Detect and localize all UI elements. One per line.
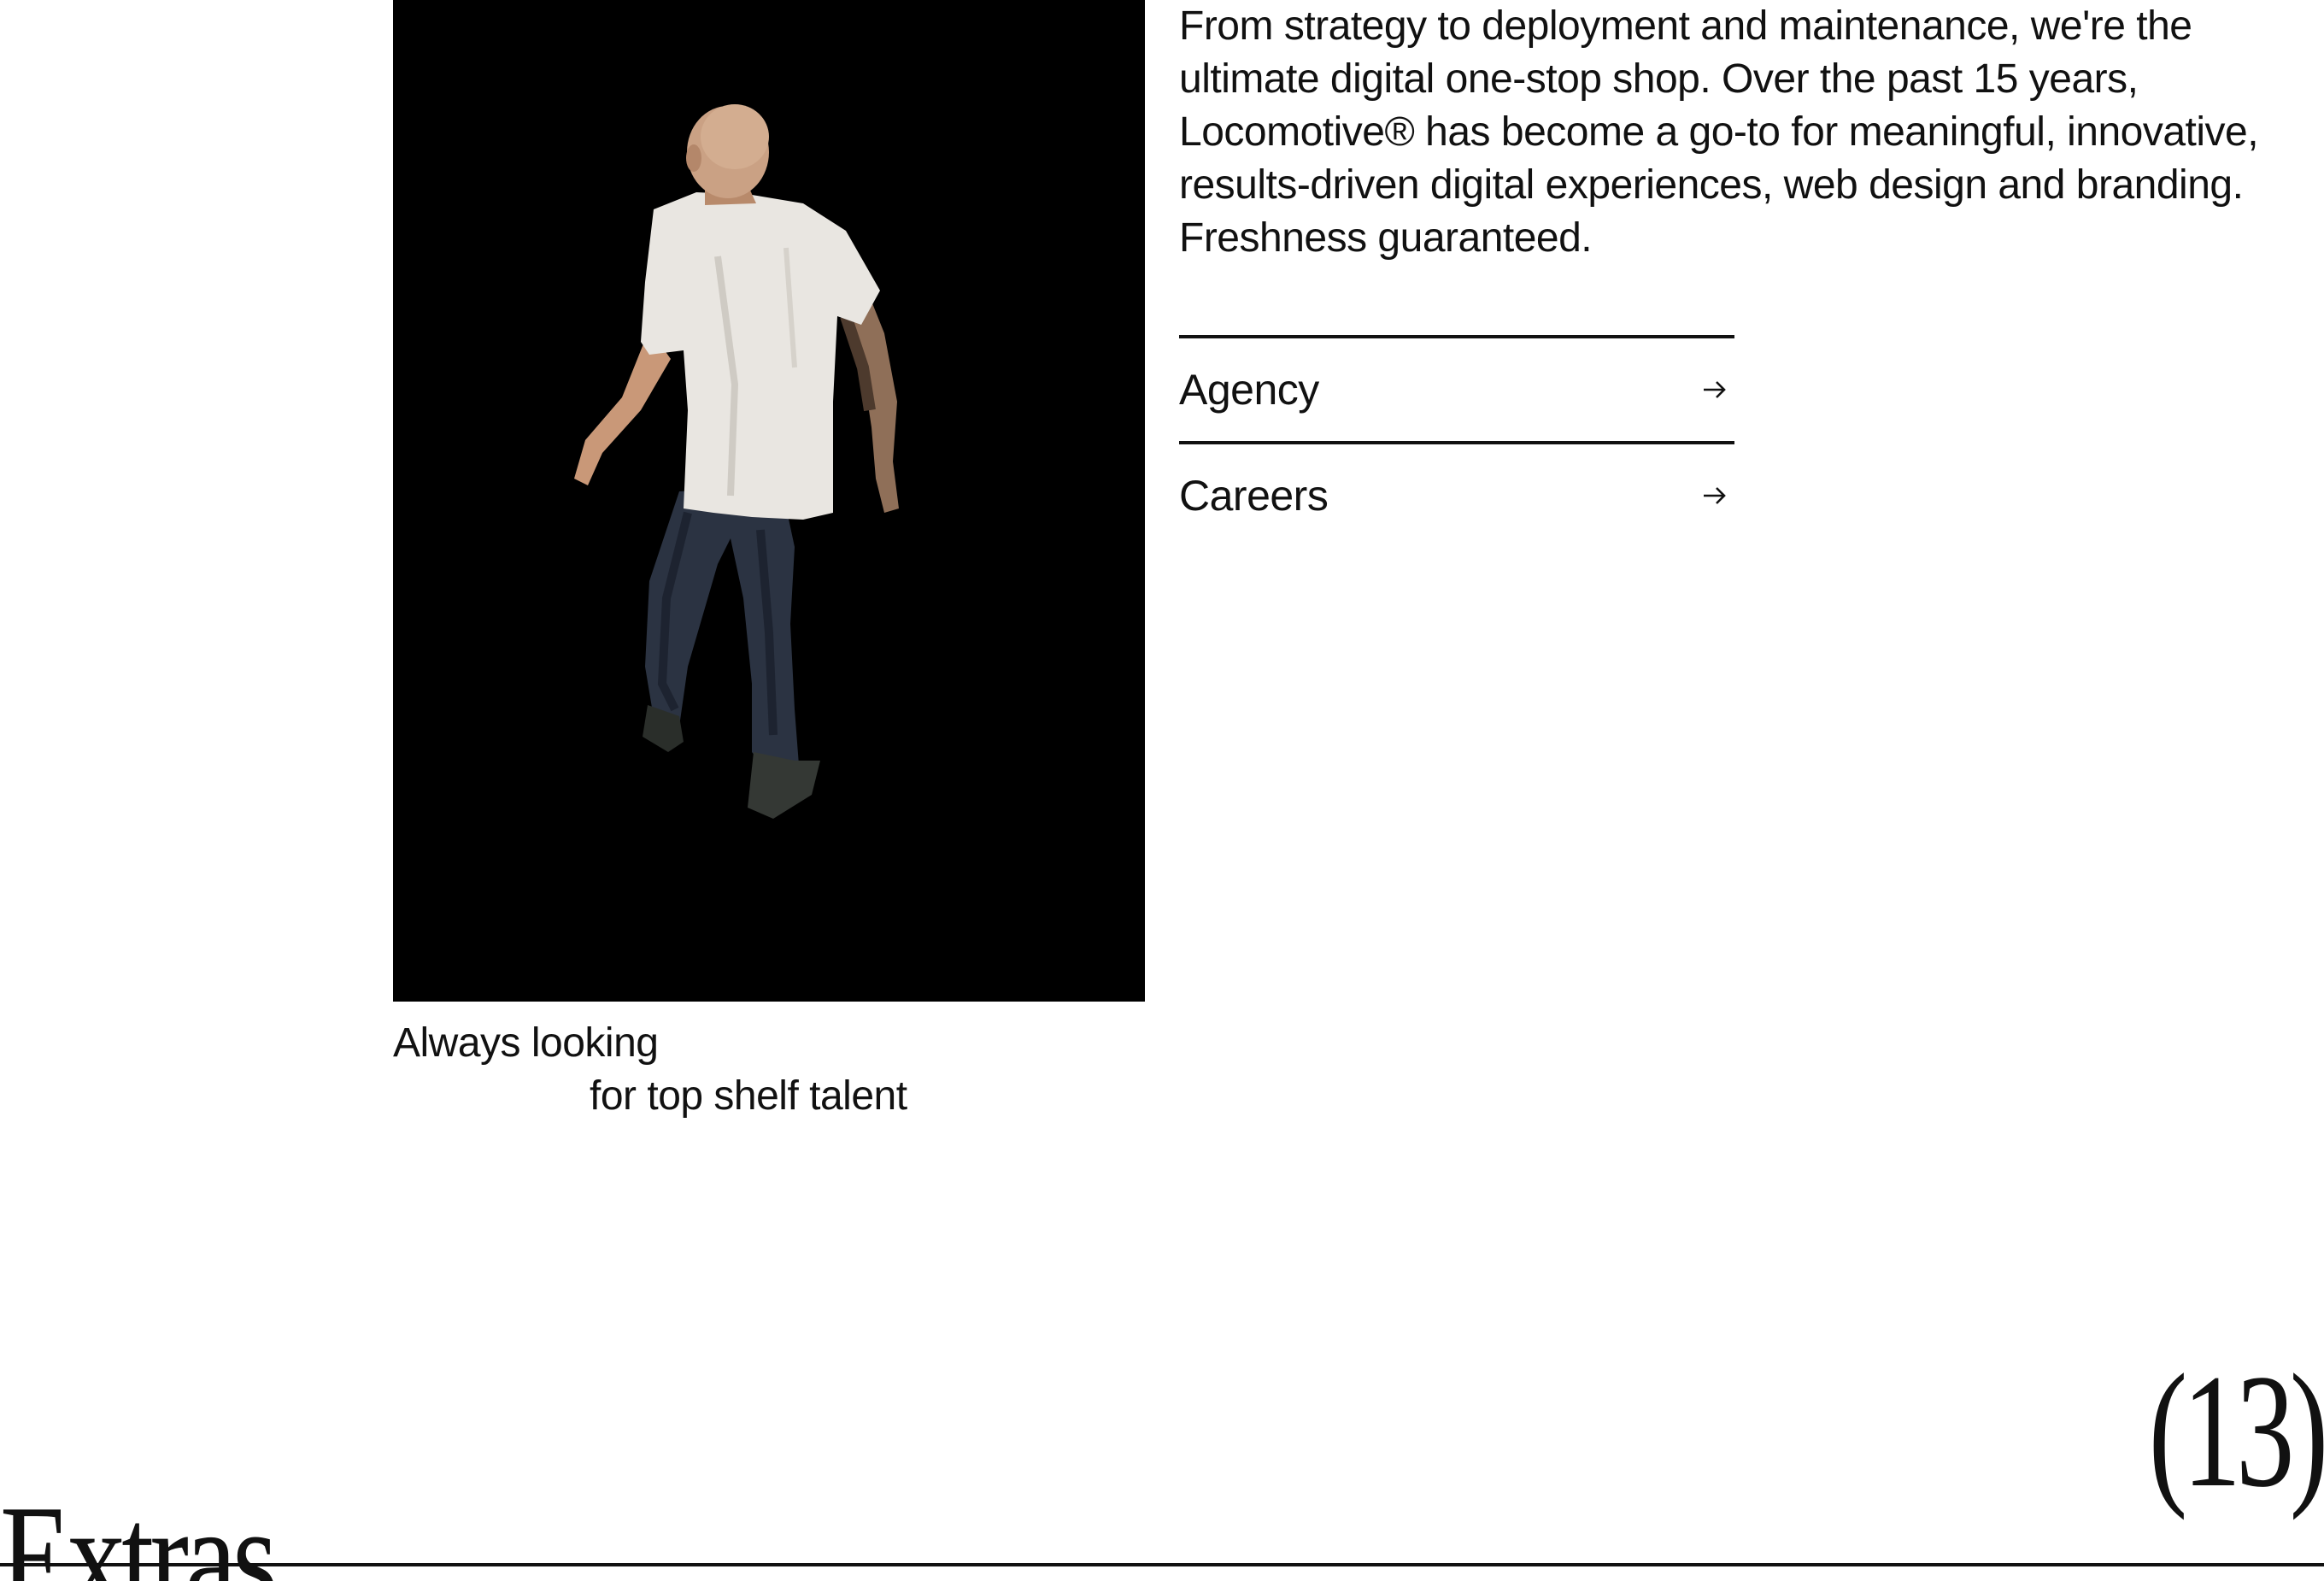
caption-line-1: Always looking: [393, 1020, 659, 1066]
link-list: Agency Careers: [1179, 335, 1734, 547]
photo-caption: Always looking for top shelf talent: [393, 1017, 907, 1123]
link-agency[interactable]: Agency: [1179, 335, 1734, 441]
section-count: (13): [2149, 1342, 2324, 1521]
team-photo: [393, 0, 1145, 1002]
page: Always looking for top shelf talent From…: [0, 0, 2324, 1581]
intro-paragraph: From strategy to deployment and maintena…: [1179, 3, 2259, 261]
link-careers-label: Careers: [1179, 472, 1329, 520]
arrow-right-icon: [1704, 487, 1726, 504]
link-careers[interactable]: Careers: [1179, 441, 1734, 547]
person-figure-image: [393, 0, 1145, 1002]
caption-line-2: for top shelf talent: [590, 1073, 907, 1119]
link-agency-label: Agency: [1179, 366, 1319, 414]
arrow-right-icon: [1704, 381, 1726, 398]
section-divider: [0, 1563, 2324, 1566]
